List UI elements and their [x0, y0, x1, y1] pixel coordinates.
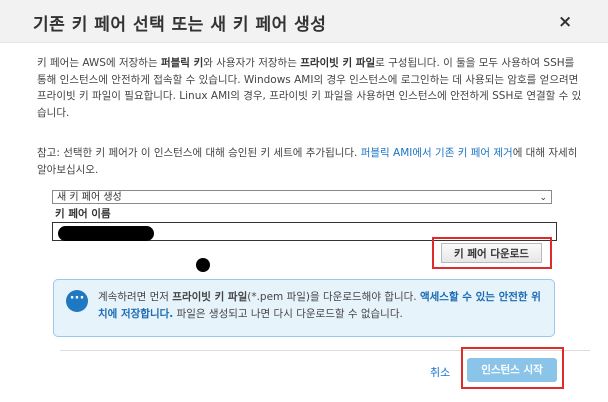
info-t3: 파일은 생성되고 나면 다시 다운로드할 수 없습니다.: [173, 308, 403, 320]
desc-private-key-file: 프라이빗 키 파일: [300, 57, 376, 69]
info-b1: 프라이빗 키 파일: [172, 291, 248, 303]
launch-instance-button[interactable]: 인스턴스 시작: [467, 358, 557, 382]
redaction-mark: [58, 226, 154, 241]
dialog-header: 기존 키 페어 선택 또는 새 키 페어 생성 ×: [0, 0, 608, 43]
info-text: 계속하려면 먼저 프라이빗 키 파일(*.pem 파일)을 다운로드해야 합니다…: [98, 289, 548, 323]
download-key-pair-button[interactable]: 키 페어 다운로드: [441, 243, 542, 263]
desc-public-key: 퍼블릭 키: [160, 57, 204, 69]
info-t2: (*.pem 파일)을 다운로드해야 합니다.: [247, 291, 420, 303]
close-icon[interactable]: ×: [558, 12, 572, 32]
desc-part1: 키 페어는 AWS에 저장하는: [37, 57, 161, 69]
dialog-title: 기존 키 페어 선택 또는 새 키 페어 생성: [33, 15, 327, 35]
note-prefix: 참고: 선택한 키 페어가 이 인스턴스에 대해 승인된 키 세트에 추가됩니다…: [37, 147, 361, 159]
key-pair-select[interactable]: 새 키 페어 생성 ⌄: [52, 190, 552, 204]
remove-key-pair-link[interactable]: 퍼블릭 AMI에서 기존 키 페어 제거: [361, 147, 513, 159]
cursor-dot: [196, 258, 210, 272]
info-t1: 계속하려면 먼저: [98, 291, 173, 303]
key-pair-name-label: 키 페어 이름: [55, 208, 111, 220]
description-text: 키 페어는 AWS에 저장하는 퍼블릭 키와 사용자가 저장하는 프라이빗 키 …: [37, 55, 582, 121]
desc-part2: 와 사용자가 저장하는: [203, 57, 301, 69]
chevron-down-icon: ⌄: [539, 193, 547, 203]
cancel-button[interactable]: 취소: [430, 364, 450, 380]
note-text: 참고: 선택한 키 페어가 이 인스턴스에 대해 승인된 키 세트에 추가됩니다…: [37, 145, 582, 178]
ellipsis-icon: ···: [66, 290, 88, 312]
key-pair-select-value: 새 키 페어 생성: [57, 192, 122, 203]
